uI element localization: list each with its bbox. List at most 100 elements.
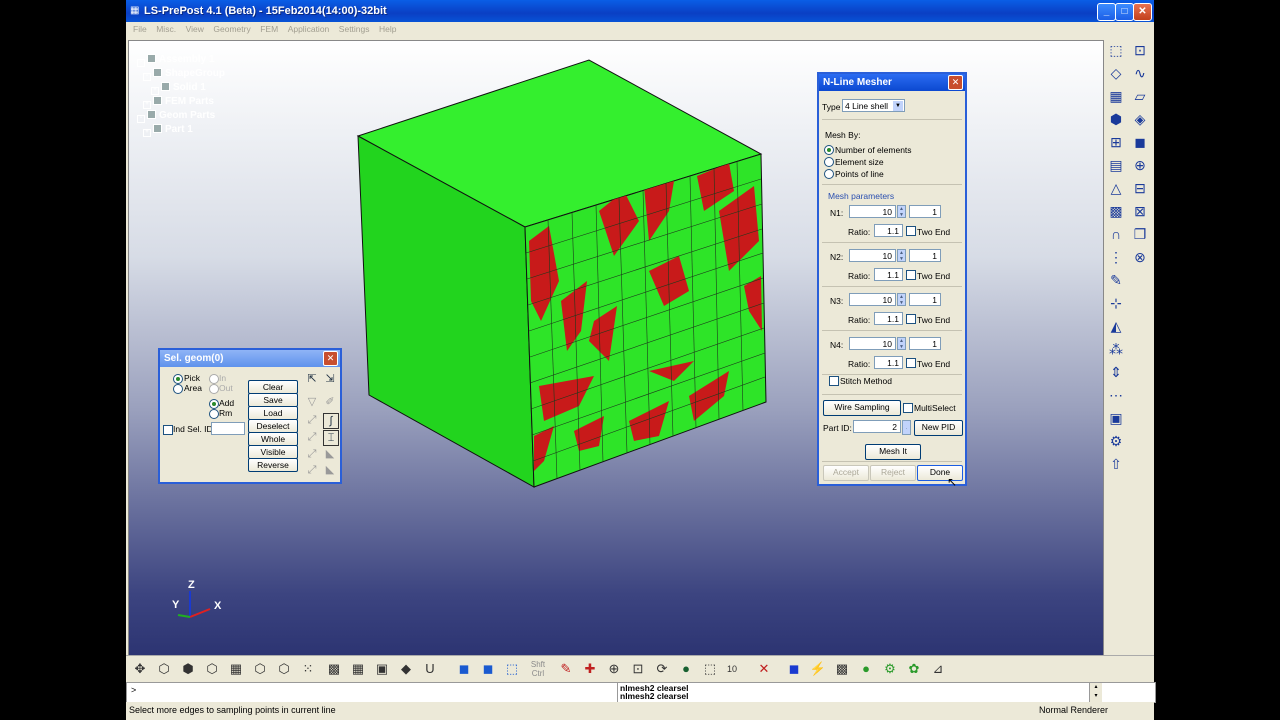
node-edit-icon[interactable]: ⋮: [1106, 247, 1126, 267]
mesh-icon[interactable]: ▦: [1106, 86, 1126, 106]
ind-sel-input[interactable]: [211, 422, 245, 435]
measure-icon[interactable]: ⁂: [1106, 339, 1126, 359]
grid-view-icon[interactable]: ▦: [348, 660, 368, 678]
area-pick-icon[interactable]: ⤢: [305, 447, 319, 461]
outline-icon[interactable]: ⬡: [250, 660, 270, 678]
part-id-spin[interactable]: .: [902, 420, 911, 435]
select-cursor-icon[interactable]: ⇱: [305, 372, 319, 386]
deselect-button[interactable]: Deselect: [248, 419, 298, 433]
wireframe-icon[interactable]: ⬡: [154, 660, 174, 678]
shape-icon[interactable]: ◈: [1130, 109, 1150, 129]
solid-view-icon[interactable]: ▩: [324, 660, 344, 678]
color-block-icon[interactable]: ▣: [1106, 408, 1126, 428]
feature-icon[interactable]: ⬡: [274, 660, 294, 678]
mesh-it-button[interactable]: Mesh It: [865, 444, 921, 460]
close-button[interactable]: ✕: [1133, 3, 1152, 21]
triangle-icon[interactable]: △: [1106, 178, 1126, 198]
color-view-icon[interactable]: ◆: [396, 660, 416, 678]
gear-icon[interactable]: ⚙: [880, 660, 900, 678]
history-scrollbar[interactable]: ▴ ▾: [1089, 683, 1102, 702]
spin-icon[interactable]: ▲ ▼: [897, 205, 906, 218]
solid-icon[interactable]: ⬢: [1106, 109, 1126, 129]
element-icon[interactable]: ▩: [1106, 201, 1126, 221]
ratio-input[interactable]: 1.1: [874, 268, 903, 281]
spin-icon[interactable]: ▲ ▼: [897, 293, 906, 306]
tet-icon[interactable]: ◭: [1106, 316, 1126, 336]
box-icon[interactable]: ◼: [784, 660, 804, 678]
grid-icon[interactable]: ▤: [1106, 155, 1126, 175]
ratio-input[interactable]: 1.1: [874, 224, 903, 237]
pen-icon[interactable]: ✎: [1106, 270, 1126, 290]
copy-icon[interactable]: ❐: [1130, 224, 1150, 244]
chevron-down-icon[interactable]: ▼: [893, 101, 903, 111]
clear-button[interactable]: Clear: [248, 380, 298, 394]
close-icon[interactable]: ✕: [948, 75, 963, 90]
shaded-icon[interactable]: ⬢: [178, 660, 198, 678]
n-count-input[interactable]: 1: [909, 249, 941, 262]
menu-file[interactable]: File: [133, 22, 147, 37]
filter-icon[interactable]: ⤢: [305, 430, 319, 444]
checker-icon[interactable]: ▩: [832, 660, 852, 678]
sphere-icon[interactable]: ●: [676, 660, 696, 678]
iso-view-icon[interactable]: ◼: [454, 660, 474, 678]
step-count[interactable]: 10: [722, 660, 742, 678]
add-icon[interactable]: ✚: [580, 660, 600, 678]
two-end-checkbox[interactable]: [906, 226, 916, 236]
element-edit-icon[interactable]: ⊠: [1130, 201, 1150, 221]
transform-icon[interactable]: ⊡: [1130, 40, 1150, 60]
spin-icon[interactable]: ▲ ▼: [897, 337, 906, 350]
number-elements-radio[interactable]: [824, 145, 834, 155]
export-icon[interactable]: ⇧: [1106, 454, 1126, 474]
whole-button[interactable]: Whole: [248, 432, 298, 446]
close-icon[interactable]: ✕: [323, 351, 338, 366]
pan-icon[interactable]: ✥: [130, 660, 150, 678]
n-count-input[interactable]: 1: [909, 337, 941, 350]
n-value-input[interactable]: 10: [849, 293, 896, 306]
pencil-icon[interactable]: ✎: [556, 660, 576, 678]
in-radio[interactable]: [209, 374, 219, 384]
u-icon[interactable]: U: [420, 660, 440, 678]
nline-mesh-icon[interactable]: ⊞: [1106, 132, 1126, 152]
edge-pick-icon[interactable]: ⤢: [305, 413, 319, 427]
menu-misc[interactable]: Misc.: [156, 22, 176, 37]
front-view-icon[interactable]: ◼: [478, 660, 498, 678]
two-end-checkbox[interactable]: [906, 358, 916, 368]
wire-sampling-button[interactable]: Wire Sampling: [823, 400, 901, 416]
minimize-button[interactable]: _: [1097, 3, 1116, 21]
n-count-input[interactable]: 1: [909, 205, 941, 218]
paint-icon[interactable]: ●: [856, 660, 876, 678]
spin-icon[interactable]: ▲ ▼: [897, 249, 906, 262]
cube-view-icon[interactable]: ⬚: [1106, 40, 1126, 60]
wire-cube-icon[interactable]: ⬚: [502, 660, 522, 678]
n-value-input[interactable]: 10: [849, 205, 896, 218]
cube-grid-icon[interactable]: ▣: [372, 660, 392, 678]
magnet-icon[interactable]: ∩: [1106, 224, 1126, 244]
reject-button[interactable]: Reject: [870, 465, 916, 481]
menu-settings[interactable]: Settings: [339, 22, 370, 37]
surface-icon[interactable]: ◇: [1106, 63, 1126, 83]
two-end-checkbox[interactable]: [906, 314, 916, 324]
axis-icon[interactable]: ✕: [754, 660, 774, 678]
menu-help[interactable]: Help: [379, 22, 396, 37]
menu-geometry[interactable]: Geometry: [213, 22, 250, 37]
lightning-icon[interactable]: ⚡: [808, 660, 828, 678]
visible-button[interactable]: Visible: [248, 445, 298, 459]
menu-application[interactable]: Application: [288, 22, 330, 37]
hidden-icon[interactable]: ⬡: [202, 660, 222, 678]
refine-icon[interactable]: ⊹: [1106, 293, 1126, 313]
new-pid-button[interactable]: New PID: [914, 420, 963, 436]
face-pick-icon[interactable]: ⤢: [305, 463, 319, 477]
mesh-select-icon[interactable]: ⌶: [323, 430, 339, 446]
plane-icon[interactable]: ▱: [1130, 86, 1150, 106]
check-icon[interactable]: ⊗: [1130, 247, 1150, 267]
ms-icon[interactable]: ⚙: [1106, 431, 1126, 451]
pick-radio[interactable]: [173, 374, 183, 384]
add-radio[interactable]: [209, 399, 219, 409]
edit-mesh-icon[interactable]: ⊟: [1130, 178, 1150, 198]
menu-fem[interactable]: FEM: [260, 22, 278, 37]
points-icon[interactable]: ⁙: [298, 660, 318, 678]
pick-icon[interactable]: ✐: [323, 395, 337, 409]
reverse-button[interactable]: Reverse: [248, 458, 298, 472]
load-button[interactable]: Load: [248, 406, 298, 420]
save-button[interactable]: Save: [248, 393, 298, 407]
